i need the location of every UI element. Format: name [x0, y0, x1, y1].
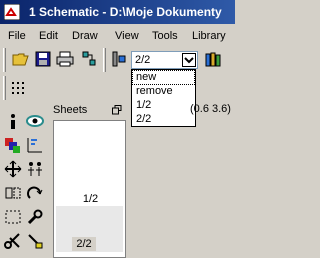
panel-restore-icon[interactable] — [112, 105, 122, 115]
window-title: 1 Schematic - D:\Moje Dokumenty — [29, 5, 222, 19]
sheet-select-value: 2/2 — [135, 54, 151, 66]
cut-icon[interactable] — [4, 232, 22, 250]
save-icon[interactable] — [34, 50, 52, 68]
select-rect-icon[interactable] — [4, 208, 22, 226]
menu-library[interactable]: Library — [192, 26, 226, 46]
menu-bar: File Edit Draw View Tools Library — [0, 26, 235, 46]
eye-icon[interactable] — [26, 112, 44, 130]
sheet-icon[interactable] — [110, 50, 128, 68]
sheets-panel-header: Sheets — [51, 102, 128, 118]
toolbar-grip-2[interactable] — [103, 48, 106, 72]
sheets-panel: Sheets 1/2 — [51, 102, 128, 258]
tools-sidebar — [0, 102, 48, 258]
rotate-icon[interactable] — [26, 184, 44, 202]
main-toolbar — [0, 46, 235, 74]
layers-icon[interactable] — [4, 136, 22, 154]
app-icon[interactable] — [3, 3, 21, 21]
mirror-icon[interactable] — [4, 184, 22, 202]
selected-sheet-label[interactable]: 2/2 — [72, 237, 96, 251]
menu-tools[interactable]: Tools — [152, 26, 178, 46]
netlist-icon[interactable] — [80, 50, 98, 68]
chevron-down-icon[interactable] — [182, 53, 196, 67]
open-folder-icon[interactable] — [12, 50, 30, 68]
print-icon[interactable] — [56, 50, 74, 68]
menu-view[interactable]: View — [115, 26, 139, 46]
wrench-icon[interactable] — [26, 208, 44, 226]
axis-grid-icon[interactable] — [26, 136, 44, 154]
group-icon[interactable] — [26, 160, 44, 178]
coordinates-readout: (0.6 3.6) — [190, 103, 231, 115]
toolbar-grip-3[interactable] — [3, 76, 6, 100]
move-icon[interactable] — [4, 160, 22, 178]
library-icon[interactable] — [204, 50, 222, 68]
secondary-toolbar — [0, 74, 235, 102]
info-icon[interactable] — [4, 112, 22, 130]
sheet-select[interactable]: 2/2 — [131, 51, 198, 69]
menu-draw[interactable]: Draw — [72, 26, 98, 46]
menu-file[interactable]: File — [8, 26, 26, 46]
dropdown-option-sheet-2[interactable]: 2/2 — [133, 113, 194, 126]
paint-icon[interactable] — [26, 232, 44, 250]
sheet-thumbnail-label: 1/2 — [82, 193, 99, 205]
title-bar: 1 Schematic - D:\Moje Dokumenty — [0, 0, 235, 24]
toolbar-grip[interactable] — [3, 48, 6, 72]
menu-edit[interactable]: Edit — [39, 26, 58, 46]
grid-icon[interactable] — [10, 78, 28, 96]
sheets-panel-title: Sheets — [53, 104, 88, 116]
